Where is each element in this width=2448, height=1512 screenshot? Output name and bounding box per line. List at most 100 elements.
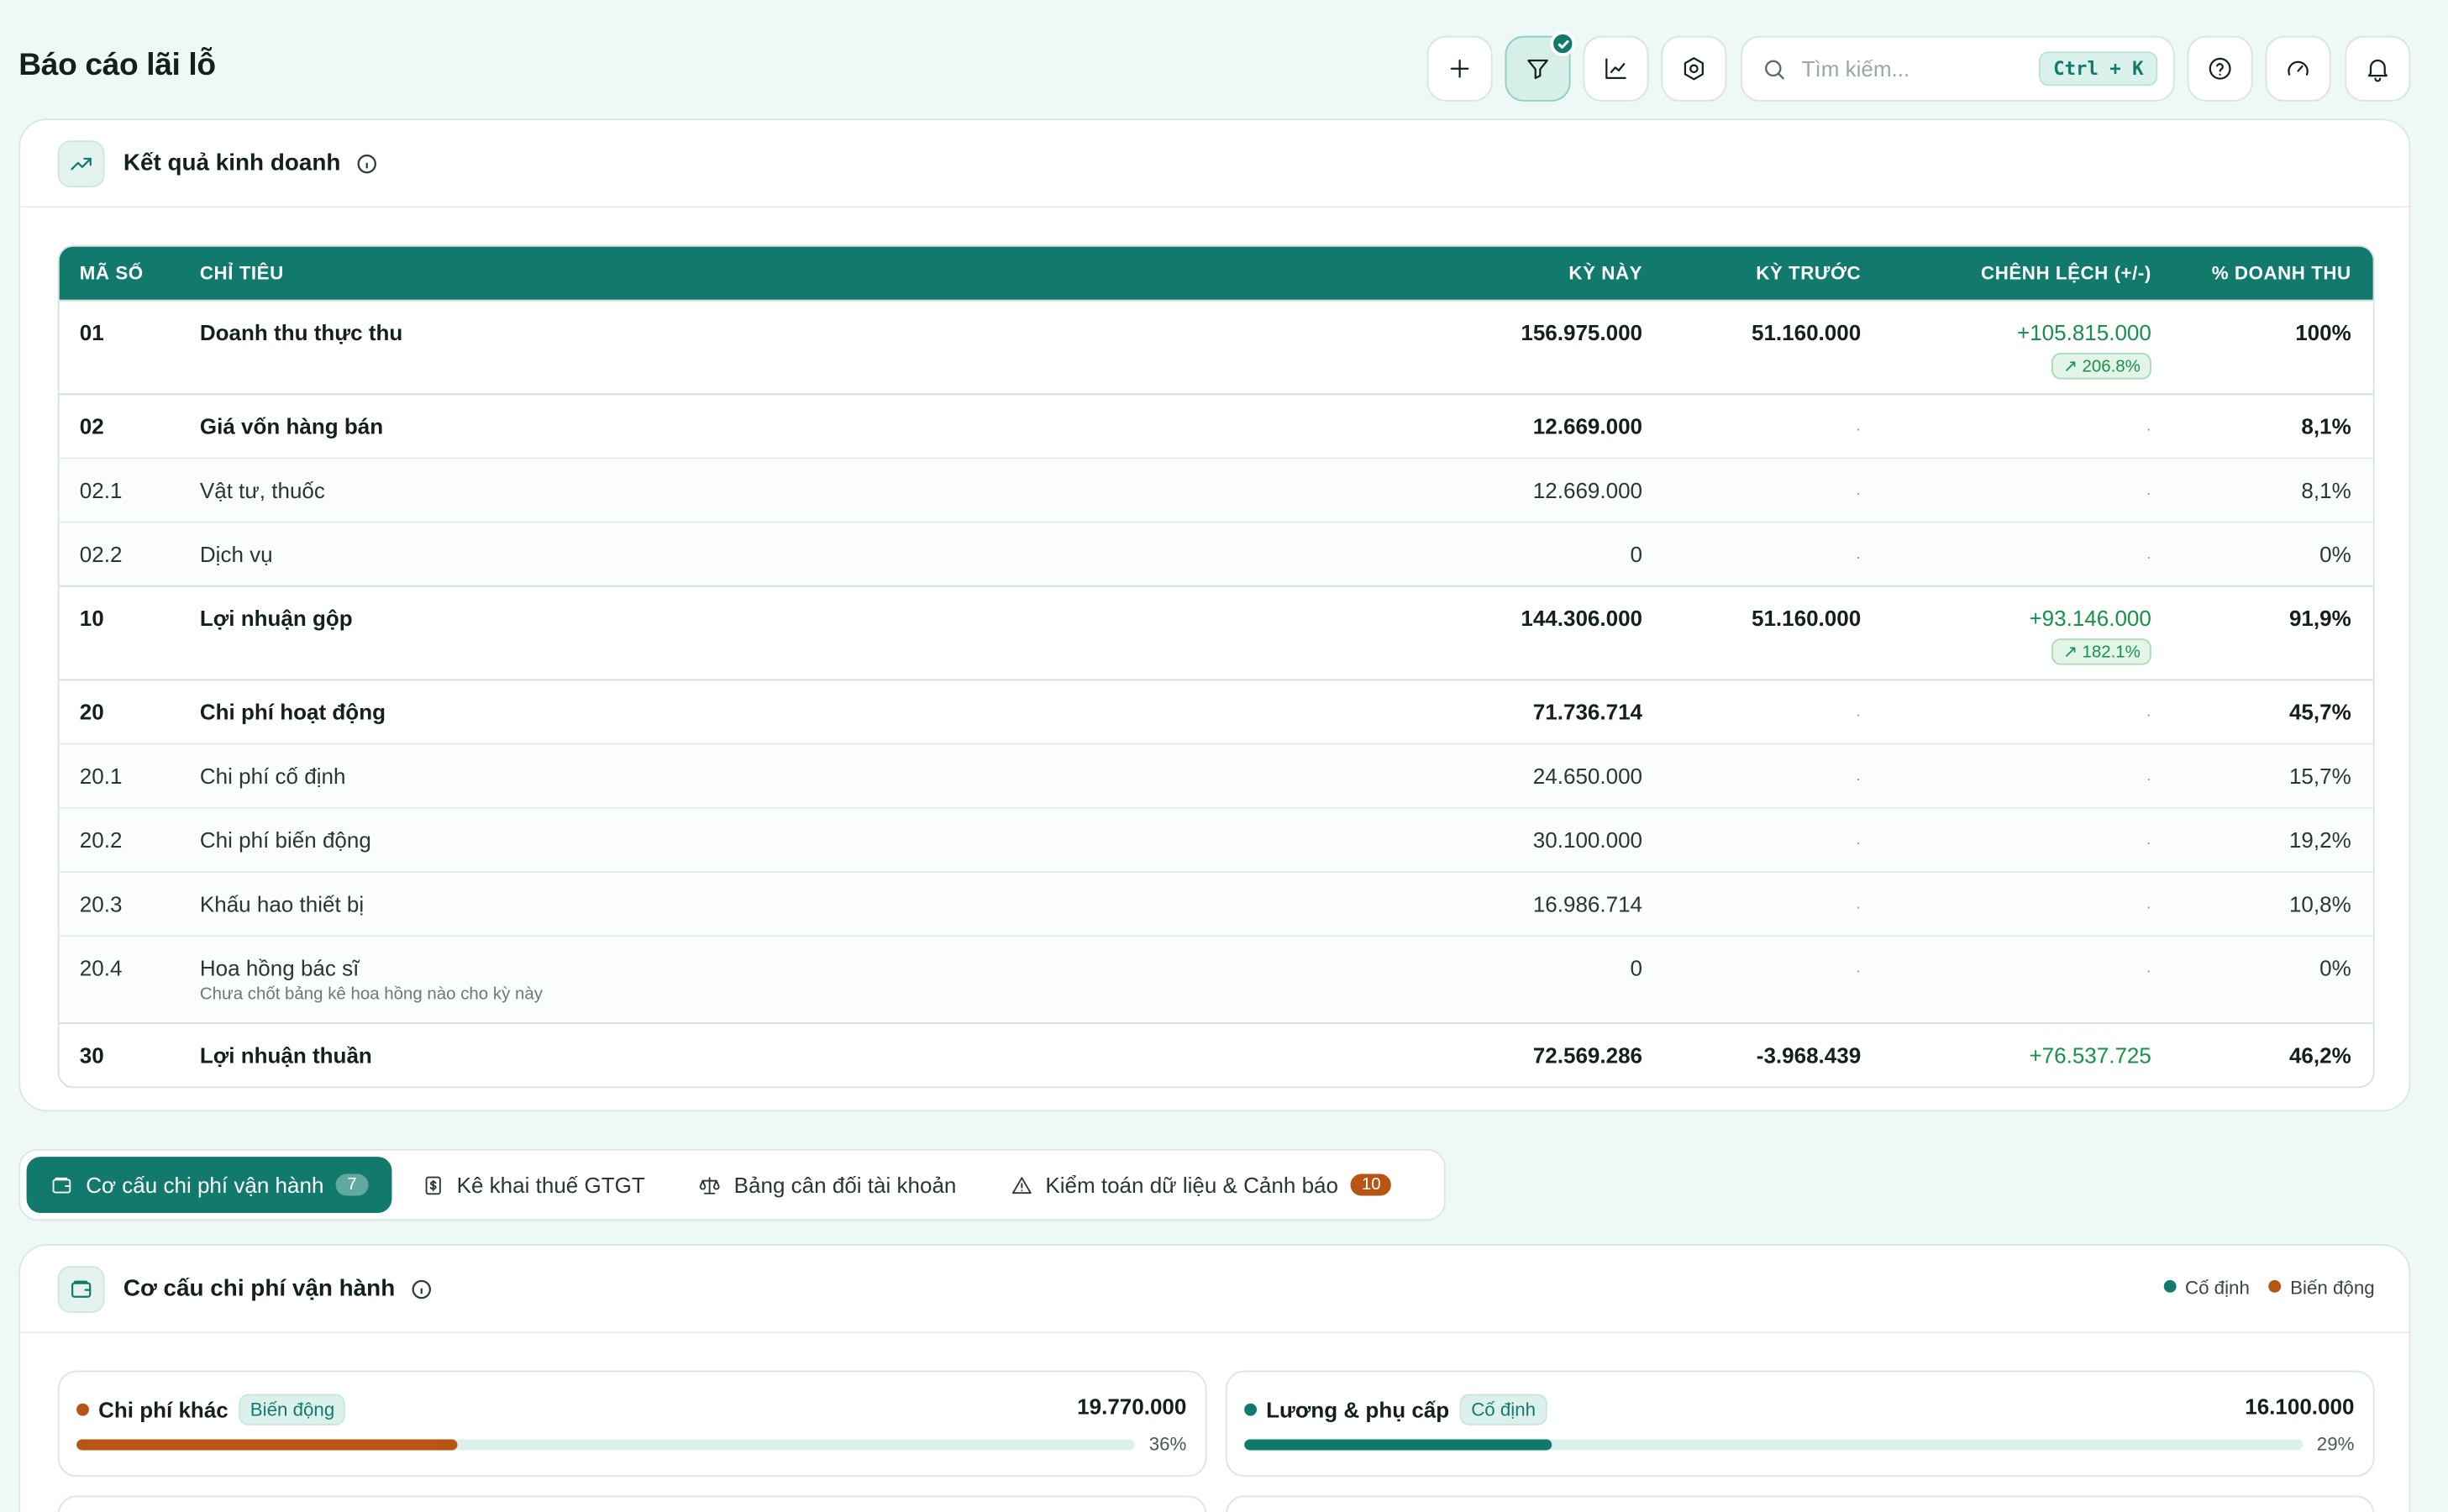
receipt-icon xyxy=(424,1175,440,1194)
row-code: 20 xyxy=(79,699,104,725)
cost-item-card[interactable]: Lương & phụ cấp Cố định 16.100.000 29% xyxy=(1225,1370,2375,1478)
table-row[interactable]: 20.4 Hoa hồng bác sĩ Chưa chốt bảng kê hoa… xyxy=(59,935,2373,1023)
cost-item-card[interactable]: Chi phí khác Biến động 19.770.000 36% xyxy=(57,1370,1207,1478)
tab-cost-structure[interactable]: Cơ cấu chi phí vận hành 7 xyxy=(26,1157,391,1213)
row-previous-cell: · xyxy=(1646,744,1864,806)
gauge-icon xyxy=(2288,60,2309,76)
row-code: 02.1 xyxy=(79,477,123,503)
row-previous-cell: 51.160.000 xyxy=(1646,302,1864,394)
row-current: 156.975.000 xyxy=(1521,319,1643,345)
report-tabs: Cơ cấu chi phí vận hành 7 Kê khai thuế G… xyxy=(18,1148,1446,1221)
row-label: Lợi nhuận thuần xyxy=(200,1024,1427,1086)
empty-value: · xyxy=(2146,421,2151,439)
info-icon[interactable] xyxy=(356,152,378,174)
scale-icon xyxy=(699,1176,720,1194)
row-previous-cell: -3.968.439 xyxy=(1646,1024,1864,1086)
chart-icon xyxy=(1605,58,1626,80)
row-name: Chi phí hoạt động xyxy=(199,699,386,725)
table-row[interactable]: 02.1 Vật tư, thuốc 12.669.000 · · 8,1% xyxy=(59,457,2373,522)
app-root: Báo cáo lãi lỗ Tìm kiếm... Ctrl + K Kết … xyxy=(0,0,2448,1512)
row-label: Giá vốn hàng bán xyxy=(200,395,1427,457)
tab-count-badge: 10 xyxy=(1350,1173,1392,1196)
wallet-icon xyxy=(52,1176,71,1193)
row-previous-cell: · xyxy=(1646,873,1864,935)
table-row[interactable]: 01 Doanh thu thực thu 156.975.000 51.160.00… xyxy=(59,299,2373,394)
empty-value: · xyxy=(2146,835,2151,853)
tab-count-badge: 7 xyxy=(336,1173,368,1196)
table-row[interactable]: 20 Chi phí hoạt động 71.736.714 · · 45,7% xyxy=(59,679,2373,743)
settings-button[interactable] xyxy=(1661,35,1727,102)
row-name: Giá vốn hàng bán xyxy=(199,413,384,439)
plus-icon xyxy=(1450,59,1469,78)
row-difference-cell: · xyxy=(1864,744,2155,806)
row-difference-cell: · xyxy=(1864,395,2155,457)
row-code: 30 xyxy=(79,1042,104,1068)
row-difference: +93.146.000 xyxy=(2029,606,2151,631)
empty-value: · xyxy=(2146,706,2151,725)
table-row[interactable]: 20.1 Chi phí cố định 24.650.000 · · 15,7% xyxy=(59,743,2373,807)
row-label: Chi phí biến động xyxy=(200,809,1427,871)
row-revenue-percent: 19,2% xyxy=(2288,827,2351,853)
cost-type-tag: Cố định xyxy=(1460,1394,1547,1425)
table-row[interactable]: 20.2 Chi phí biến động 30.100.000 · · 19,2% xyxy=(59,806,2373,871)
row-previous-cell: · xyxy=(1646,809,1864,871)
col-revenue-percent: % DOANH THU xyxy=(2211,262,2351,285)
chart-button[interactable] xyxy=(1583,35,1649,102)
row-previous: 51.160.000 xyxy=(1751,606,1862,631)
row-name: Doanh thu thực thu xyxy=(199,319,403,345)
row-name: Chi phí cố định xyxy=(199,763,346,789)
notifications-button[interactable] xyxy=(2345,35,2411,102)
filter-button[interactable] xyxy=(1505,31,1576,102)
table-row[interactable]: 10 Lợi nhuận gộp 144.306.000 51.160.000 +93.… xyxy=(59,585,2373,680)
row-previous-cell: · xyxy=(1646,680,1864,743)
row-revenue-percent: 100% xyxy=(2295,319,2351,345)
tab-vat-declaration[interactable]: Kê khai thuế GTGT xyxy=(397,1157,669,1213)
dashboard-button[interactable] xyxy=(2265,35,2331,102)
row-difference: +76.537.725 xyxy=(2029,1042,2151,1068)
row-previous: 51.160.000 xyxy=(1751,319,1862,345)
help-icon xyxy=(2209,57,2231,80)
growth-badge: ↗ 206.8% xyxy=(2051,352,2151,380)
arrow-up-right-icon: ↗ xyxy=(2062,357,2078,376)
tab-label: Bảng cân đối tài khoản xyxy=(733,1172,957,1198)
row-label: Khấu hao thiết bị xyxy=(200,873,1427,935)
search-box[interactable]: Tìm kiếm... Ctrl + K xyxy=(1741,35,2175,102)
table-row[interactable]: 02.2 Dịch vụ 0 · · 0% xyxy=(59,521,2373,585)
table-row[interactable]: 02 Giá vốn hàng bán 12.669.000 · · 8,1% xyxy=(59,393,2373,457)
row-note: Chưa chốt bảng kê hoa hồng nào cho kỳ nà… xyxy=(199,984,543,1004)
row-name: Vật tư, thuốc xyxy=(199,477,325,503)
col-previous: KỲ TRƯỚC xyxy=(1756,262,1862,285)
col-difference: CHÊNH LỆCH (+/-) xyxy=(1981,262,2151,285)
cost-structure-header: Cơ cấu chi phí vận hành Cố định Biến độn… xyxy=(20,1246,2409,1334)
row-label: Dịch vụ xyxy=(200,523,1427,585)
help-button[interactable] xyxy=(2187,35,2253,102)
row-current: 0 xyxy=(1630,955,1643,981)
filter-active-badge xyxy=(1550,31,1576,56)
tab-trial-balance[interactable]: Bảng cân đối tài khoản xyxy=(675,1157,980,1213)
tab-data-audit[interactable]: Kiểm toán dữ liệu & Cảnh báo 10 xyxy=(986,1157,1416,1213)
table-row[interactable]: 20.3 Khấu hao thiết bị 16.986.714 · · 10,8% xyxy=(59,870,2373,936)
cost-card-partial xyxy=(57,1495,1207,1512)
row-revenue-percent: 8,1% xyxy=(2301,413,2351,439)
row-label: Chi phí cố định xyxy=(200,744,1427,806)
empty-value: · xyxy=(1855,549,1862,567)
row-label: Vật tư, thuốc xyxy=(200,459,1427,521)
row-revenue-percent: 8,1% xyxy=(2301,477,2351,503)
row-difference-cell: · xyxy=(1864,680,2155,743)
row-current: 144.306.000 xyxy=(1521,606,1643,631)
row-name: Khấu hao thiết bị xyxy=(199,891,365,916)
row-revenue-percent: 91,9% xyxy=(2288,606,2351,631)
row-label: Doanh thu thực thu xyxy=(200,302,1427,394)
business-results-header: Kết quả kinh doanh xyxy=(20,120,2409,208)
row-code: 01 xyxy=(79,319,104,345)
row-difference-cell: · xyxy=(1864,523,2155,585)
cost-card-partial xyxy=(1225,1495,2375,1512)
info-icon[interactable] xyxy=(411,1278,433,1299)
cost-legend: Cố định Biến động xyxy=(2162,1277,2375,1299)
table-body: 01 Doanh thu thực thu 156.975.000 51.160.00… xyxy=(59,299,2373,1087)
warning-icon xyxy=(1011,1176,1031,1194)
add-button[interactable] xyxy=(1426,35,1493,102)
tab-label: Kiểm toán dữ liệu & Cảnh báo xyxy=(1045,1172,1338,1198)
search-input[interactable]: Tìm kiếm... xyxy=(1802,56,2040,81)
table-row[interactable]: 30 Lợi nhuận thuần 72.569.286 -3.968.439 +76… xyxy=(59,1022,2373,1086)
